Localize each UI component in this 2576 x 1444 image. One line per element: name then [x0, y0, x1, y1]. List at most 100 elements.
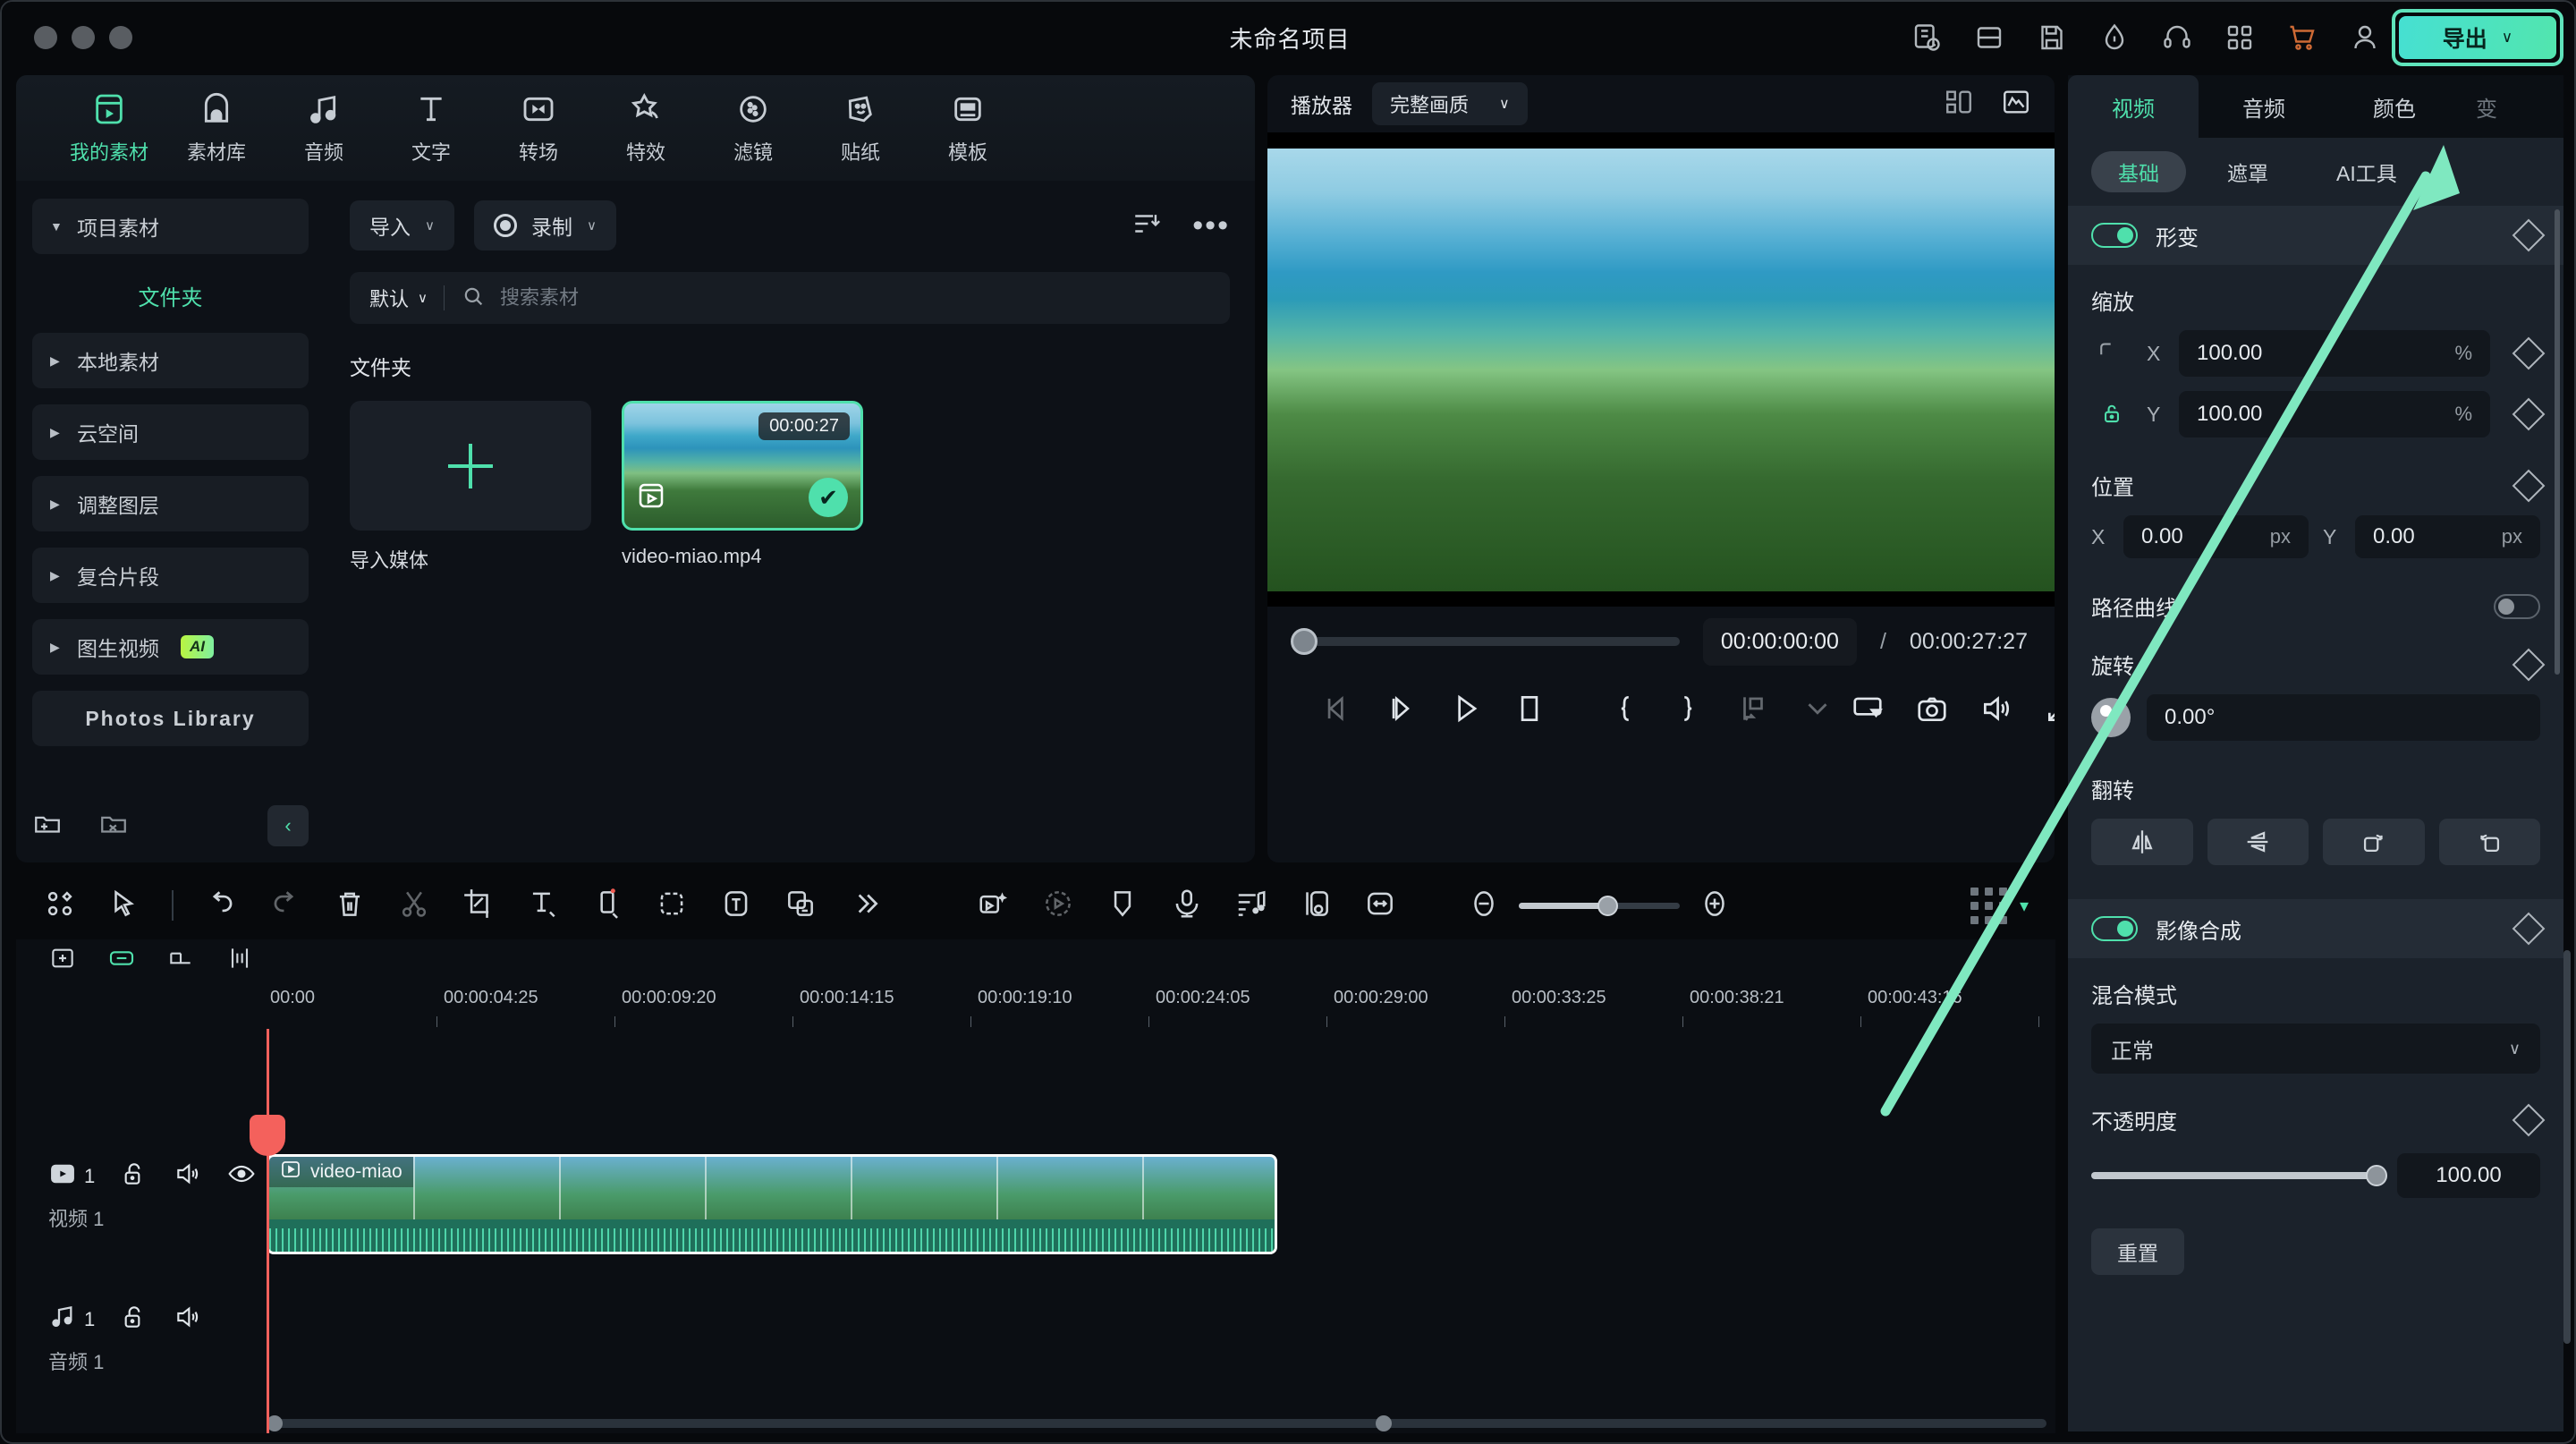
camera-icon[interactable] [1915, 692, 1949, 730]
timeline-vertical-scrollbar[interactable] [2563, 950, 2571, 1344]
import-media-cell[interactable]: 导入媒体 [350, 401, 591, 573]
current-timecode[interactable]: 00:00:00:00 [1702, 617, 1857, 666]
group-icon[interactable] [166, 944, 195, 977]
select-tool-icon[interactable] [107, 887, 141, 925]
layout-grid-icon[interactable] [1944, 87, 1974, 122]
add-clip-icon[interactable] [590, 887, 624, 925]
import-button[interactable]: 导入 ∨ [350, 200, 454, 251]
opacity-slider[interactable] [2091, 1165, 2387, 1186]
video-preview[interactable] [1267, 148, 2055, 591]
keyframe-diamond-icon[interactable] [2512, 397, 2546, 431]
voiceover-icon[interactable] [1170, 887, 1204, 925]
keyframe-diamond-icon[interactable] [2512, 336, 2546, 370]
flip-horizontal-icon[interactable] [2091, 819, 2193, 865]
subtab-mask[interactable]: 遮罩 [2200, 151, 2295, 192]
prev-frame-icon[interactable] [1319, 692, 1353, 730]
tab-stock-library[interactable]: 素材库 [163, 90, 270, 166]
search-input[interactable] [500, 286, 1210, 310]
tab-effects[interactable]: 特效 [592, 90, 699, 166]
split-scissors-icon[interactable] [397, 887, 431, 925]
playhead-handle[interactable] [250, 1115, 285, 1156]
scale-y-input[interactable]: 100.00 % [2179, 391, 2490, 437]
tab-speed-clipped[interactable]: 变 [2460, 75, 2513, 138]
rotate-left-icon[interactable] [2438, 819, 2540, 865]
next-frame-icon[interactable] [1384, 692, 1418, 730]
tab-sticker[interactable]: 贴纸 [807, 90, 914, 166]
grid-apps-icon[interactable] [2224, 21, 2256, 54]
add-text-icon[interactable] [526, 887, 560, 925]
headset-icon[interactable] [2161, 21, 2193, 54]
align-icon[interactable] [225, 944, 254, 977]
opacity-input[interactable]: 100.00 [2397, 1153, 2540, 1198]
audio-mix-icon[interactable] [1234, 887, 1268, 925]
lock-icon[interactable] [2091, 401, 2132, 428]
tab-text[interactable]: 文字 [377, 90, 485, 166]
export-button[interactable]: 导出 ∨ [2399, 16, 2556, 59]
tab-color[interactable]: 颜色 [2329, 75, 2460, 138]
zoom-slider-handle[interactable] [1597, 895, 1618, 916]
auto-caption-icon[interactable] [719, 887, 753, 925]
marker-panel-icon[interactable] [43, 887, 77, 925]
motion-track-icon[interactable] [1041, 887, 1075, 925]
keyframe-diamond-icon[interactable] [2512, 912, 2546, 946]
layout-history-icon[interactable] [1911, 21, 1943, 54]
mark-out-icon[interactable] [1672, 692, 1706, 730]
more-chevrons-icon[interactable] [848, 887, 882, 925]
cart-icon[interactable] [2286, 21, 2318, 54]
zoom-slider[interactable] [1519, 895, 1680, 916]
mask-icon[interactable] [655, 887, 689, 925]
subtab-ai-tools[interactable]: AI工具 [2309, 151, 2424, 192]
zoom-out-button[interactable] [1467, 887, 1501, 925]
sort-dropdown[interactable]: 默认 ∨ [369, 284, 428, 312]
eye-visible-icon[interactable] [227, 1159, 256, 1193]
flip-vertical-icon[interactable] [2207, 819, 2309, 865]
keyframe-diamond-icon[interactable] [2512, 469, 2546, 502]
tab-filter[interactable]: 滤镜 [699, 90, 807, 166]
speed-icon[interactable] [2098, 21, 2131, 54]
sidebar-item-image-to-video[interactable]: ▶ 图生视频 AI [32, 619, 309, 675]
subtab-basic[interactable]: 基础 [2091, 151, 2186, 192]
position-x-input[interactable]: 0.00 px [2123, 515, 2309, 558]
keyframe-panel-icon[interactable] [1299, 887, 1333, 925]
tab-template[interactable]: 模板 [914, 90, 1021, 166]
reset-button[interactable]: 重置 [2091, 1228, 2184, 1275]
sidebar-item-cloud[interactable]: ▶ 云空间 [32, 404, 309, 460]
unlock-icon[interactable] [120, 1303, 148, 1336]
sidebar-item-adjustment-layer[interactable]: ▶ 调整图层 [32, 476, 309, 531]
stop-icon[interactable] [1513, 692, 1546, 730]
position-y-input[interactable]: 0.00 px [2355, 515, 2540, 558]
new-folder-icon[interactable] [32, 809, 63, 844]
waveform-scope-icon[interactable] [2001, 87, 2031, 122]
screen-cast-icon[interactable] [1851, 692, 1885, 730]
keyframe-diamond-icon[interactable] [2512, 1103, 2546, 1136]
add-track-icon[interactable] [48, 944, 77, 977]
rotate-right-icon[interactable] [2323, 819, 2425, 865]
media-thumbnail[interactable]: 00:00:27 ✔ [622, 401, 863, 531]
more-options-icon[interactable]: ••• [1192, 210, 1230, 241]
path-curve-toggle[interactable] [2494, 593, 2540, 619]
keyframe-diamond-icon[interactable] [2512, 218, 2546, 252]
sidebar-item-compound-clip[interactable]: ▶ 复合片段 [32, 548, 309, 603]
ai-smart-cutout-icon[interactable] [977, 887, 1011, 925]
delete-icon[interactable] [333, 887, 367, 925]
media-item-video[interactable]: 00:00:27 ✔ video-miao.mp4 [622, 401, 863, 573]
redo-icon[interactable] [268, 887, 302, 925]
tab-audio[interactable]: 音频 [270, 90, 377, 166]
quality-dropdown[interactable]: 完整画质 ∨ [1372, 82, 1528, 125]
playhead[interactable] [250, 1029, 285, 1433]
sidebar-item-local-media[interactable]: ▶ 本地素材 [32, 333, 309, 388]
transform-toggle[interactable] [2091, 223, 2138, 248]
scrubber-handle[interactable] [1291, 628, 1318, 655]
collapse-panel-icon[interactable]: ‹ [267, 805, 309, 846]
undo-icon[interactable] [204, 887, 238, 925]
caret-down-icon[interactable]: ▾ [2020, 895, 2029, 917]
play-icon[interactable] [1448, 692, 1482, 730]
volume-icon[interactable] [1979, 692, 2013, 730]
opacity-slider-handle[interactable] [2366, 1165, 2387, 1186]
zoom-in-button[interactable] [1698, 887, 1732, 925]
record-button[interactable]: 录制 ∨ [473, 200, 616, 251]
sidebar-item-project-media[interactable]: ▼ 项目素材 [32, 199, 309, 254]
timeline-ruler[interactable]: 00:00 00:00:04:25 00:00:09:20 00:00:14:1… [267, 981, 2055, 1027]
marker-tag-icon[interactable] [1106, 887, 1140, 925]
split-view-icon[interactable] [1973, 21, 2005, 54]
